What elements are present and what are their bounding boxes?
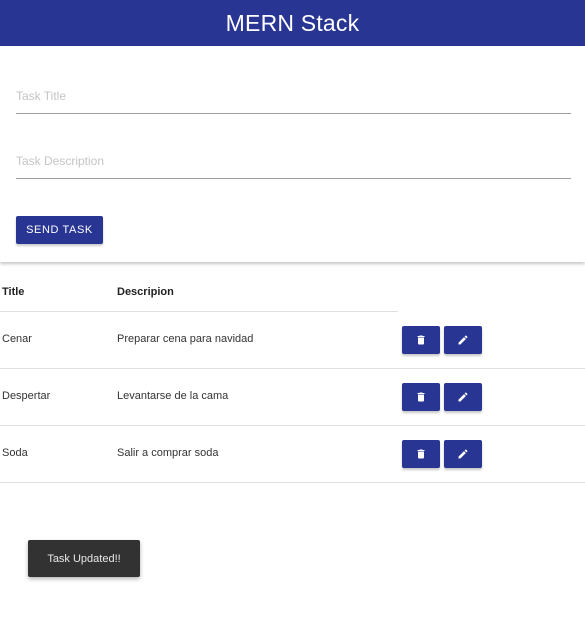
edit-task-button[interactable] bbox=[444, 383, 482, 411]
navbar: MERN Stack bbox=[0, 0, 585, 46]
table-row: Despertar Levantarse de la cama bbox=[0, 369, 585, 426]
table-row: Soda Salir a comprar soda bbox=[0, 426, 585, 483]
delete-task-button[interactable] bbox=[402, 440, 440, 468]
pencil-icon bbox=[458, 392, 468, 402]
task-form-card: SEND TASK bbox=[0, 46, 585, 262]
task-title-cell: Soda bbox=[2, 447, 28, 459]
brand-title[interactable]: MERN Stack bbox=[226, 10, 360, 37]
toast-notification: Task Updated!! bbox=[28, 540, 140, 577]
toast-message: Task Updated!! bbox=[47, 552, 121, 565]
header-title: Title bbox=[2, 286, 25, 298]
tasks-table: Title Descripion Cenar Preparar cena par… bbox=[0, 272, 585, 483]
pencil-icon bbox=[458, 335, 468, 345]
pencil-icon bbox=[458, 449, 468, 459]
trash-icon bbox=[417, 335, 425, 345]
task-title-cell: Cenar bbox=[2, 333, 32, 345]
task-description-input[interactable] bbox=[16, 149, 571, 178]
delete-task-button[interactable] bbox=[402, 326, 440, 354]
edit-task-button[interactable] bbox=[444, 440, 482, 468]
task-title-cell: Despertar bbox=[2, 390, 51, 402]
trash-icon bbox=[417, 449, 425, 459]
trash-icon bbox=[417, 392, 425, 402]
task-title-input[interactable] bbox=[16, 84, 571, 113]
delete-task-button[interactable] bbox=[402, 383, 440, 411]
header-description: Descripion bbox=[117, 286, 174, 298]
send-task-button[interactable]: SEND TASK bbox=[16, 216, 103, 244]
table-row: Cenar Preparar cena para navidad bbox=[0, 312, 585, 369]
task-title-field bbox=[16, 84, 571, 114]
edit-task-button[interactable] bbox=[444, 326, 482, 354]
task-description-cell: Salir a comprar soda bbox=[117, 447, 219, 459]
table-header: Title Descripion bbox=[0, 272, 398, 312]
task-description-cell: Preparar cena para navidad bbox=[117, 333, 254, 345]
task-description-field bbox=[16, 149, 571, 179]
task-description-cell: Levantarse de la cama bbox=[117, 390, 229, 402]
